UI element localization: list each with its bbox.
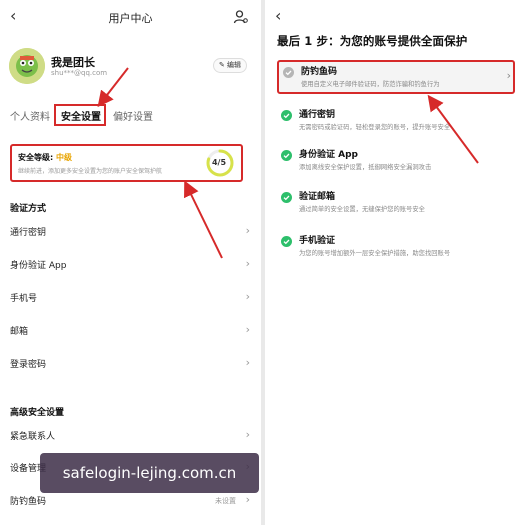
chevron-right-icon: › bbox=[245, 257, 250, 270]
step-verify-email[interactable]: 验证邮箱 通过简单的安全设置，无缝保护您的账号安全 bbox=[277, 187, 515, 221]
chevron-right-icon: › bbox=[245, 224, 250, 237]
chevron-right-icon: › bbox=[245, 323, 250, 336]
page-title: 用户中心 bbox=[108, 12, 153, 25]
security-level-title: 安全等级: 中级 bbox=[18, 152, 72, 163]
step-anti-phishing[interactable]: 防钓鱼码 使用自定义电子邮件验证码，防范诈骗和钓鱼行为 › bbox=[277, 60, 515, 94]
security-level-prefix: 安全等级: bbox=[18, 153, 54, 162]
user-settings-icon[interactable] bbox=[233, 9, 249, 25]
user-center-screen: ‹ 用户中心 我是团长 shu***@qq.com ✎ 编辑 个人资料 安全设置… bbox=[0, 0, 261, 525]
list-item-anti-phishing[interactable]: 防钓鱼码 未设置 › bbox=[10, 493, 254, 510]
verify-section-title: 验证方式 bbox=[10, 204, 47, 214]
chevron-right-icon: › bbox=[506, 69, 511, 82]
highlight-box-tab bbox=[54, 104, 106, 126]
back-icon[interactable]: ‹ bbox=[275, 8, 281, 24]
check-circle-icon bbox=[281, 150, 292, 161]
step-verify-phone[interactable]: 手机验证 为您的账号增加额外一层安全保护措施，助您找回账号 bbox=[277, 231, 515, 265]
tab-profile[interactable]: 个人资料 bbox=[10, 108, 50, 123]
check-circle-icon bbox=[281, 192, 292, 203]
pending-icon bbox=[283, 67, 294, 78]
list-item-login-password[interactable]: 登录密码 › bbox=[10, 356, 254, 373]
edit-icon: ✎ bbox=[218, 61, 225, 69]
anti-phishing-status: 未设置 bbox=[215, 497, 236, 505]
security-score: 4/5 bbox=[211, 158, 227, 167]
steps-title: 最后 1 步：为您的账号提供全面保护 bbox=[277, 34, 468, 48]
chevron-right-icon: › bbox=[245, 356, 250, 369]
chevron-right-icon: › bbox=[245, 290, 250, 303]
list-item-emergency-contact[interactable]: 紧急联系人 › bbox=[10, 428, 254, 445]
list-item-authenticator[interactable]: 身份验证 App › bbox=[10, 257, 254, 274]
step-passkey[interactable]: 通行密钥 无需密码或验证码，轻松登录您的账号，提升账号安全 bbox=[277, 105, 515, 139]
watermark-banner: safelogin-lejing.com.cn bbox=[40, 453, 259, 493]
check-circle-icon bbox=[281, 110, 292, 121]
tab-preferences[interactable]: 偏好设置 bbox=[113, 108, 153, 123]
security-level-description: 继续前进，添加更多安全设置为您的账户安全保驾护航 bbox=[18, 168, 163, 175]
security-level-value: 中级 bbox=[56, 153, 72, 162]
chevron-right-icon: › bbox=[245, 493, 250, 506]
user-name: 我是团长 bbox=[51, 56, 95, 69]
header: ‹ 用户中心 bbox=[0, 0, 261, 34]
advanced-section-title: 高级安全设置 bbox=[10, 408, 65, 418]
user-email: shu***@qq.com bbox=[51, 69, 108, 77]
edit-label: 编辑 bbox=[227, 61, 242, 69]
list-item-phone[interactable]: 手机号 › bbox=[10, 290, 254, 307]
protection-steps-screen: ‹ 最后 1 步：为您的账号提供全面保护 防钓鱼码 使用自定义电子邮件验证码，防… bbox=[265, 0, 523, 525]
list-item-passkey[interactable]: 通行密钥 › bbox=[10, 224, 254, 241]
check-circle-icon bbox=[281, 236, 292, 247]
security-level-card[interactable]: 安全等级: 中级 继续前进，添加更多安全设置为您的账户安全保驾护航 4/5 bbox=[10, 144, 243, 182]
edit-profile-button[interactable]: ✎ 编辑 bbox=[213, 58, 247, 73]
list-item-email[interactable]: 邮箱 › bbox=[10, 323, 254, 340]
chevron-right-icon: › bbox=[245, 428, 250, 441]
step-authenticator[interactable]: 身份验证 App 添加离线安全保护设置，抵御网络安全漏洞攻击 bbox=[277, 145, 515, 179]
avatar[interactable] bbox=[9, 48, 45, 84]
